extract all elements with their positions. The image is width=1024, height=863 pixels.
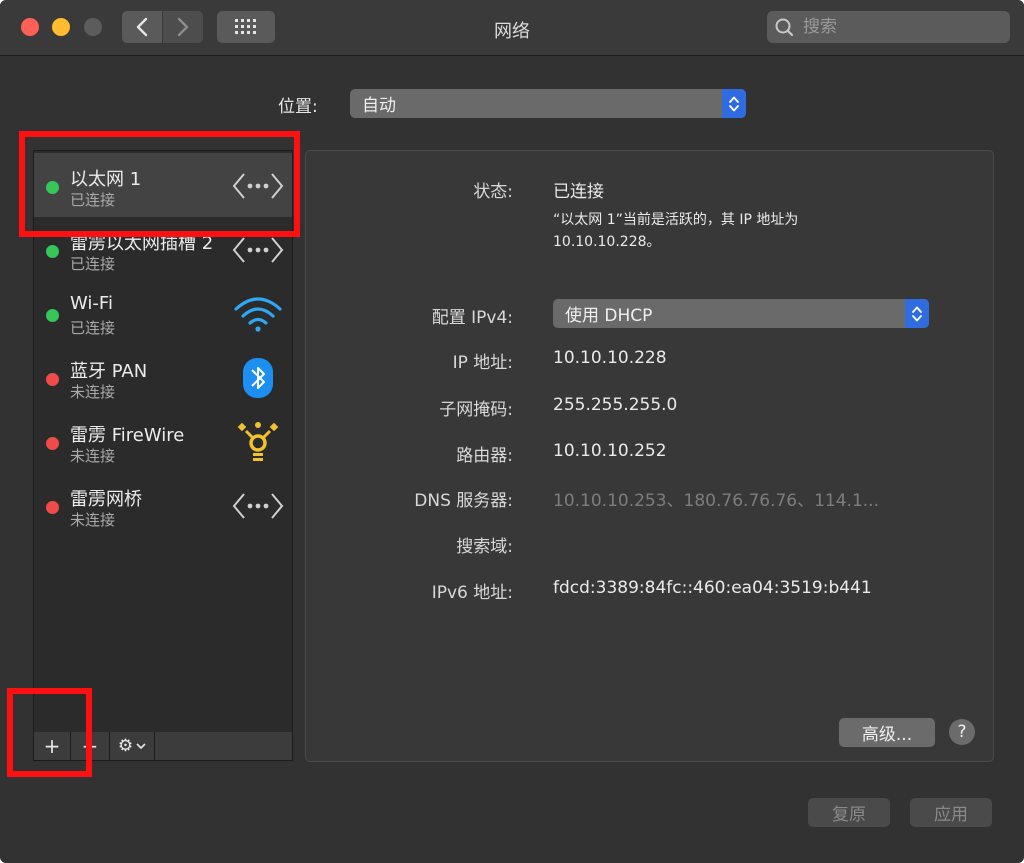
search-icon xyxy=(775,18,794,37)
status-dot-disconnected xyxy=(46,437,59,450)
advanced-button[interactable]: 高级... xyxy=(839,718,935,747)
annotation-highlight-box xyxy=(19,131,300,237)
gear-icon: ⚙ xyxy=(117,736,134,756)
bluetooth-icon xyxy=(243,358,273,398)
service-status: 已连接 xyxy=(70,255,116,273)
service-status: 已连接 xyxy=(70,319,116,337)
title-bar: 网络 xyxy=(0,0,1024,56)
config-ipv4-value: 使用 DHCP xyxy=(565,306,653,326)
config-ipv4-label: 配置 IPv4: xyxy=(431,308,513,328)
service-list: 以太网 1 已连接 雷雳以太网插槽 2 已连接 Wi-Fi 已连接 蓝牙 PAN… xyxy=(33,150,293,734)
service-status: 未连接 xyxy=(70,447,116,465)
ip-address-label: IP 地址: xyxy=(452,353,513,373)
ipv6-address-label: IPv6 地址: xyxy=(431,583,513,603)
status-description-line-1: “以太网 1”当前是活跃的，其 IP 地址为 xyxy=(553,212,799,228)
service-item-bluetooth-pan[interactable]: 蓝牙 PAN 未连接 xyxy=(34,345,292,409)
dns-server-label: DNS 服务器: xyxy=(414,491,513,511)
apply-button[interactable]: 应用 xyxy=(910,798,992,827)
router-value: 10.10.10.252 xyxy=(553,441,667,461)
service-status: 未连接 xyxy=(70,511,116,529)
annotation-highlight-box xyxy=(7,688,92,777)
status-dot-connected xyxy=(46,245,59,258)
status-dot-connected xyxy=(46,309,59,322)
service-status: 未连接 xyxy=(70,383,116,401)
subnet-mask-value: 255.255.255.0 xyxy=(553,395,678,415)
popup-arrows-icon xyxy=(722,89,746,118)
service-detail-panel: 状态: 已连接 “以太网 1”当前是活跃的，其 IP 地址为 10.10.10.… xyxy=(305,150,994,762)
service-item-firewire[interactable]: 雷雳 FireWire 未连接 xyxy=(34,409,292,473)
gear-menu-button[interactable]: ⚙ xyxy=(110,732,155,760)
status-value: 已连接 xyxy=(553,182,604,202)
service-name: Wi-Fi xyxy=(70,293,113,314)
service-name: 蓝牙 PAN xyxy=(70,361,148,382)
revert-button[interactable]: 复原 xyxy=(808,798,890,827)
service-name: 雷雳网桥 xyxy=(70,489,142,510)
search-input[interactable] xyxy=(801,16,995,38)
ipv6-address-value: fdcd:3389:84fc::460:ea04:3519:b441 xyxy=(553,578,872,598)
status-dot-disconnected xyxy=(46,373,59,386)
ip-address-value: 10.10.10.228 xyxy=(553,348,667,368)
status-description-line-2: 10.10.10.228。 xyxy=(553,234,661,250)
help-button[interactable]: ? xyxy=(949,719,975,745)
service-name: 雷雳 FireWire xyxy=(70,425,185,446)
dns-server-value: 10.10.10.253、180.76.76.76、114.1... xyxy=(553,491,879,511)
service-item-thunderbolt-bridge[interactable]: 雷雳网桥 未连接 xyxy=(34,473,292,537)
firewire-icon xyxy=(237,422,279,461)
service-item-wifi[interactable]: Wi-Fi 已连接 xyxy=(34,281,292,345)
search-domains-label: 搜索域: xyxy=(456,537,513,557)
subnet-mask-label: 子网掩码: xyxy=(439,400,513,420)
status-label: 状态: xyxy=(473,182,513,202)
location-popup[interactable]: 自动 xyxy=(350,89,746,118)
network-preferences-window: 网络 位置: 自动 以太网 1 已连接 雷雳以太网插槽 2 已连接 Wi-Fi xyxy=(0,0,1024,863)
ethernet-icon xyxy=(232,493,284,519)
location-value: 自动 xyxy=(362,96,396,116)
router-label: 路由器: xyxy=(456,446,513,466)
status-dot-disconnected xyxy=(46,501,59,514)
config-ipv4-popup[interactable]: 使用 DHCP xyxy=(553,299,929,328)
search-field[interactable] xyxy=(767,11,1010,43)
chevron-down-icon xyxy=(136,743,146,750)
popup-arrows-icon xyxy=(905,299,929,328)
wifi-icon xyxy=(234,297,282,332)
location-label: 位置: xyxy=(278,97,318,117)
